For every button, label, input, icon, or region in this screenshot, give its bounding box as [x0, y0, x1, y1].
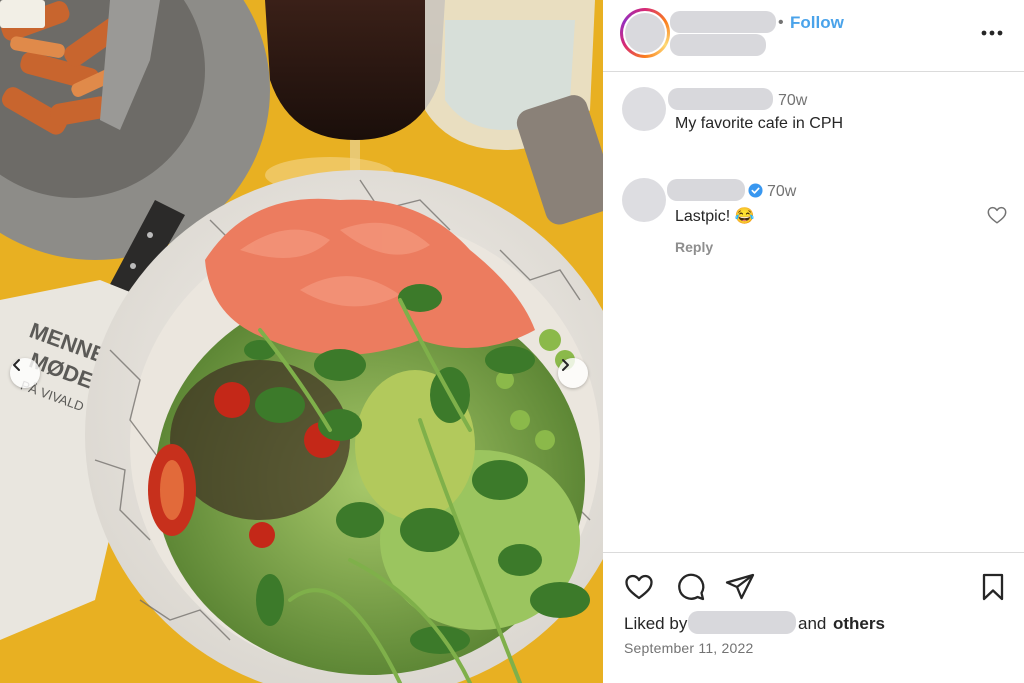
food-photo-illustration: MENNE MØDE PÅ VIVALD — [0, 0, 603, 683]
redacted-username[interactable] — [670, 11, 776, 33]
comment-text: My favorite cafe in CPH — [675, 115, 844, 132]
comment-avatar[interactable] — [622, 87, 666, 131]
carousel-next-button[interactable] — [558, 358, 588, 388]
comment-icon[interactable] — [675, 571, 707, 603]
comment-timestamp: 70w — [767, 183, 797, 200]
separator-dot: • — [778, 14, 784, 31]
comment-text: Lastpic! 😂 — [675, 208, 755, 225]
comment-like-heart-icon[interactable] — [986, 204, 1008, 226]
liked-by-and: and — [798, 614, 827, 633]
redacted-location[interactable] — [670, 34, 766, 56]
avatar-placeholder — [625, 13, 665, 53]
more-horizontal-icon — [981, 30, 1003, 36]
post-side-panel: • Follow 70w My favorite cafe in CPH 70w… — [603, 0, 1024, 683]
redacted-commenter-name[interactable] — [667, 179, 745, 201]
redacted-commenter-name[interactable] — [668, 88, 773, 110]
post-footer: Liked by and others September 11, 2022 — [603, 552, 1024, 683]
author-avatar[interactable] — [620, 8, 670, 58]
reply-button[interactable]: Reply — [675, 239, 713, 255]
comment-timestamp: 70w — [778, 92, 808, 109]
share-icon[interactable] — [724, 571, 756, 603]
liked-by-others-link[interactable]: others — [833, 614, 885, 634]
redacted-liker-name[interactable] — [688, 611, 796, 634]
liked-by-prefix: Liked by — [624, 614, 688, 633]
post-date[interactable]: September 11, 2022 — [624, 640, 753, 656]
heart-icon[interactable] — [623, 571, 655, 603]
caption-comment: 70w My favorite cafe in CPH — [603, 86, 1024, 146]
verified-badge-icon — [748, 183, 763, 198]
chevron-right-icon — [562, 359, 569, 371]
bookmark-icon[interactable] — [977, 571, 1009, 603]
chevron-left-icon — [13, 359, 20, 371]
post-photo[interactable]: MENNE MØDE PÅ VIVALD — [0, 0, 603, 683]
follow-button[interactable]: Follow — [790, 13, 844, 33]
more-options-button[interactable] — [979, 20, 1005, 46]
comment-item: 70w Lastpic! 😂 Reply — [603, 176, 1024, 266]
carousel-prev-button[interactable] — [10, 358, 40, 388]
post-header: • Follow — [603, 0, 1024, 72]
comment-avatar[interactable] — [622, 178, 666, 222]
